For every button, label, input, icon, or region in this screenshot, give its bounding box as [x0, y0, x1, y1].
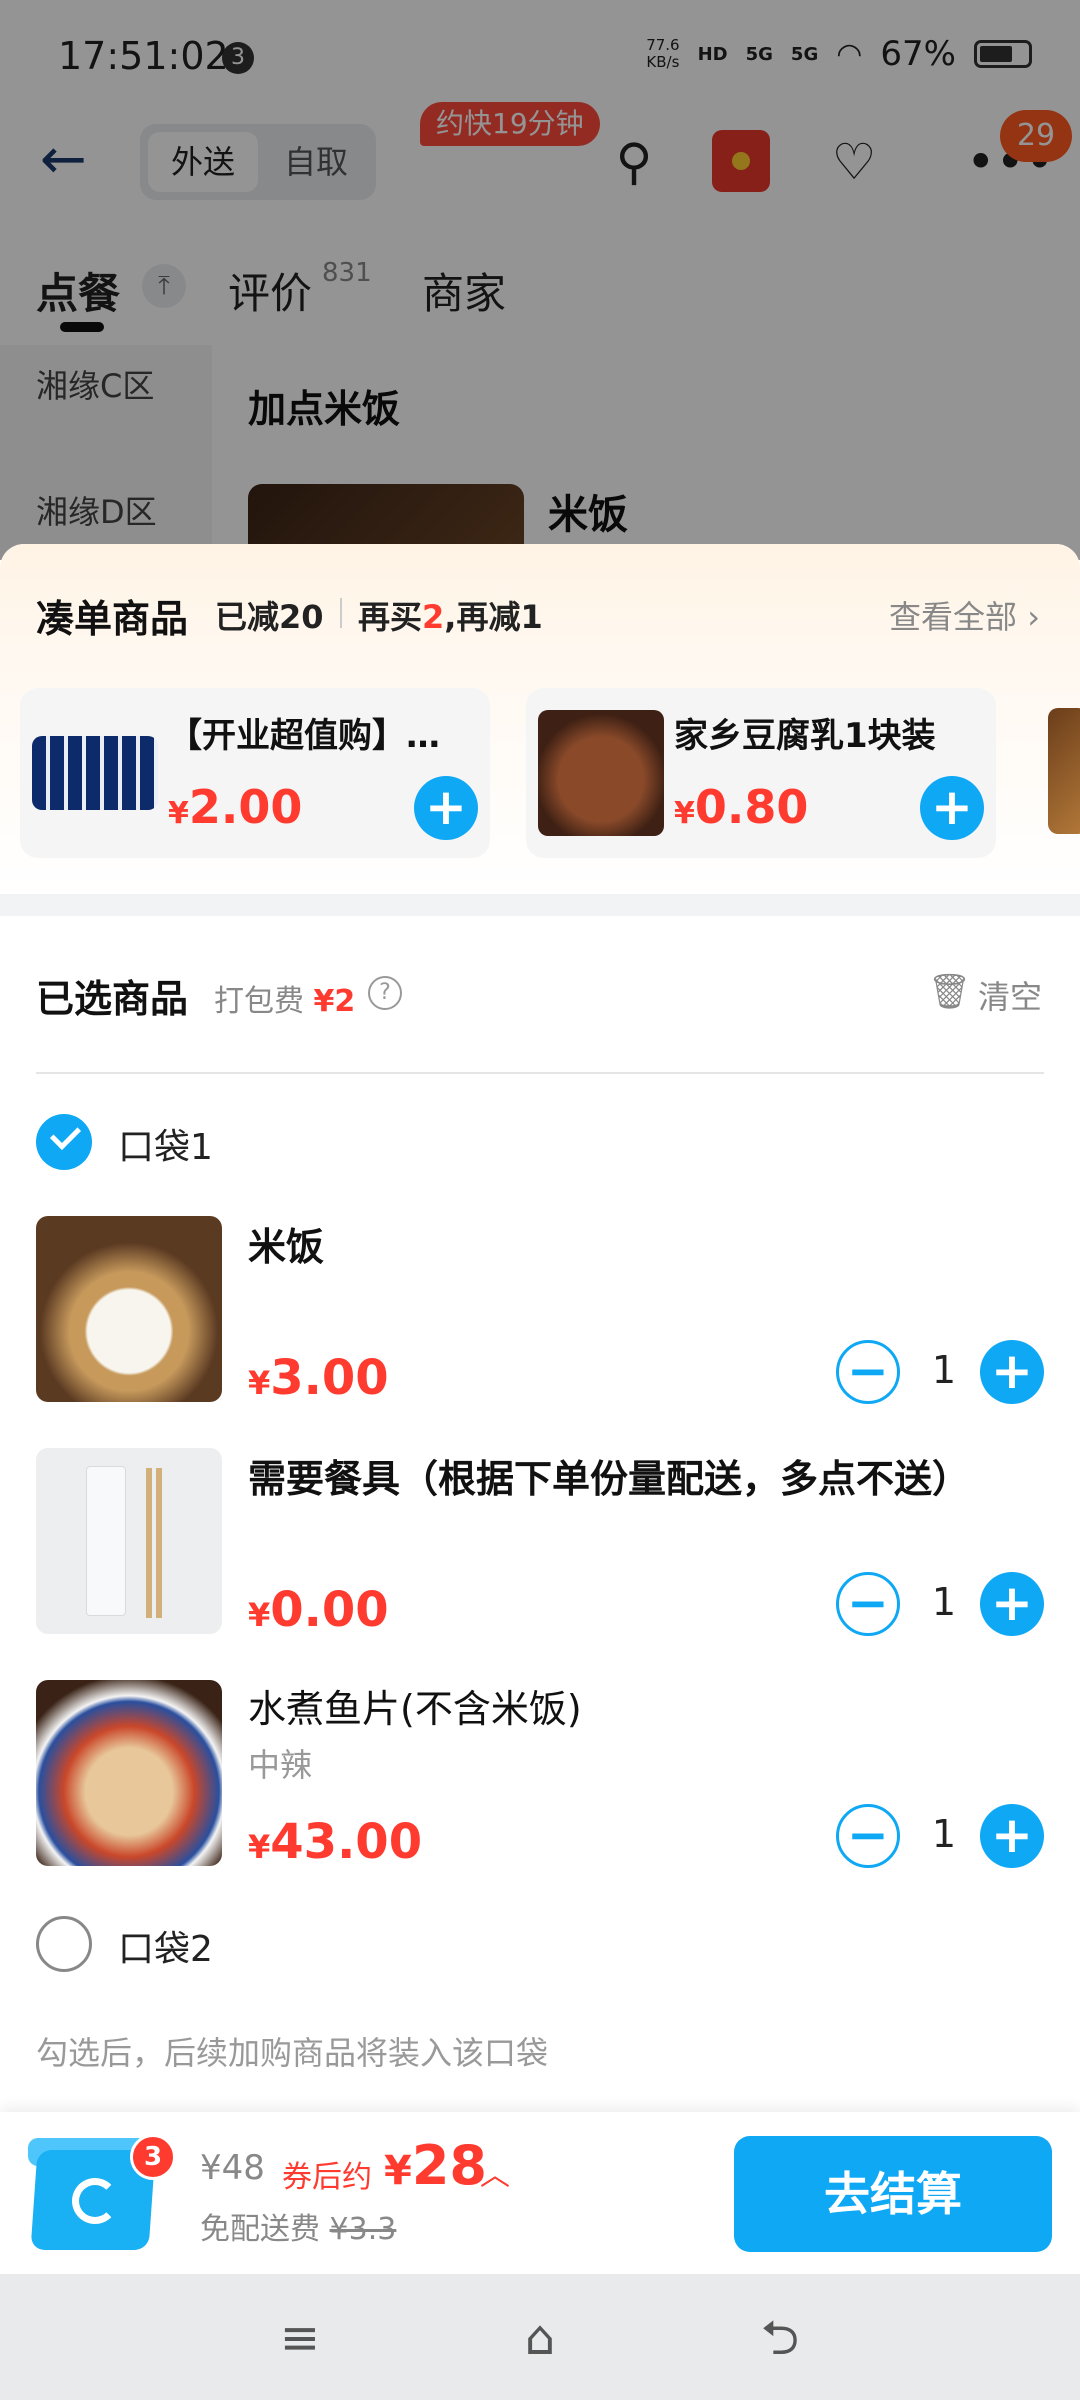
decrease-qty-button[interactable]: − — [836, 1340, 900, 1404]
menu-icon[interactable]: ≡ — [270, 2310, 330, 2366]
price-value: 3.00 — [270, 1350, 389, 1406]
view-all-link[interactable]: 查看全部 › — [889, 592, 1040, 638]
cutlery-package-shape — [86, 1466, 126, 1616]
currency-symbol: ¥ — [248, 1364, 271, 1402]
item-quantity: 1 — [931, 1580, 957, 1624]
add-to-cart-button[interactable]: + — [920, 776, 984, 840]
increase-qty-button[interactable]: + — [980, 1340, 1044, 1404]
bundle-section: 凑单商品 已减20 再买2,再减1 查看全部 › 【开业超值购】百事可乐 ¥2.… — [0, 544, 1080, 894]
chopstick-shape — [146, 1468, 152, 1618]
original-total: ¥48 — [200, 2148, 265, 2188]
delivery-fee: 免配送费 ¥3.3 — [200, 2204, 396, 2248]
eleme-logo-icon — [72, 2178, 118, 2224]
bundle-promo-text: 再买2,再减1 — [358, 592, 543, 638]
product-image — [32, 736, 158, 810]
item-image — [36, 1448, 222, 1634]
bag1-checkbox[interactable] — [36, 1114, 92, 1170]
currency-symbol: ¥ — [168, 796, 189, 831]
currency-symbol: ¥ — [674, 796, 695, 831]
promo-prefix: 再买 — [358, 598, 423, 636]
home-icon[interactable]: ⌂ — [510, 2310, 570, 2366]
decrease-qty-button[interactable]: − — [836, 1572, 900, 1636]
item-quantity: 1 — [931, 1812, 957, 1856]
bag2-label: 口袋2 — [118, 1929, 213, 1970]
delivery-fee-original: ¥3.3 — [329, 2212, 397, 2247]
final-total: ¥28 — [384, 2134, 487, 2197]
item-name: 米饭 — [248, 1225, 325, 1269]
cart-sheet: 凑单商品 已减20 再买2,再减1 查看全部 › 【开业超值购】百事可乐 ¥2.… — [0, 544, 1080, 2274]
cart-count-badge: 3 — [130, 2134, 176, 2180]
price-value: 2.00 — [188, 780, 303, 834]
chopstick-shape — [156, 1468, 162, 1618]
selected-items-title: 已选商品 — [36, 977, 189, 1021]
bundle-product-card[interactable]: 家乡豆腐乳1块装 ¥0.80 + — [526, 688, 996, 858]
add-to-cart-button[interactable]: + — [414, 776, 478, 840]
item-image — [36, 1216, 222, 1402]
price-value: 0.00 — [270, 1582, 389, 1638]
checkout-bar: 3 ¥48 券后约 ¥28 ︿ 免配送费 ¥3.3 去结算 — [0, 2112, 1080, 2274]
item-spec: 中辣 — [248, 1746, 313, 1784]
item-quantity: 1 — [931, 1348, 957, 1392]
final-total-value: 28 — [411, 2134, 487, 2197]
cart-icon[interactable]: 3 — [14, 2134, 176, 2254]
increase-qty-button[interactable]: + — [980, 1572, 1044, 1636]
clear-cart-button[interactable]: 清空 — [978, 972, 1042, 1018]
section-separator — [0, 894, 1080, 916]
item-price: ¥0.00 — [248, 1582, 389, 1638]
increase-qty-button[interactable]: + — [980, 1804, 1044, 1868]
back-icon[interactable]: ⮌ — [750, 2310, 810, 2366]
item-price: ¥43.00 — [248, 1814, 422, 1870]
decrease-qty-button[interactable]: − — [836, 1804, 900, 1868]
item-price: ¥3.00 — [248, 1350, 389, 1406]
bundle-title: 凑单商品 — [36, 597, 189, 641]
item-name: 需要餐具（根据下单份量配送，多点不送） — [248, 1457, 971, 1501]
product-price: ¥0.80 — [674, 780, 808, 834]
bag1-label: 口袋1 — [118, 1127, 213, 1168]
price-value: 43.00 — [270, 1814, 423, 1870]
item-image — [36, 1680, 222, 1866]
packing-fee: 打包费 ¥2 — [214, 976, 355, 1020]
after-coupon-label: 券后约 — [282, 2160, 372, 2195]
packing-fee-amount: ¥2 — [313, 984, 356, 1019]
system-nav-bar: ≡ ⌂ ⮌ — [0, 2274, 1080, 2400]
product-name: 【开业超值购】百事可乐 — [168, 716, 468, 756]
bundle-product-card-partial[interactable] — [1048, 708, 1080, 834]
bag2-checkbox[interactable] — [36, 1916, 92, 1972]
divider — [36, 1072, 1044, 1074]
item-name: 水煮鱼片(不含米饭) — [248, 1687, 582, 1731]
currency-symbol: ¥ — [384, 2148, 412, 2194]
help-icon[interactable]: ? — [368, 976, 402, 1010]
promo-count: 2 — [422, 598, 445, 636]
checkout-button[interactable]: 去结算 — [734, 2136, 1052, 2252]
modal-overlay[interactable] — [0, 0, 1080, 560]
chevron-up-icon[interactable]: ︿ — [480, 2150, 510, 2194]
currency-symbol: ¥ — [248, 1828, 271, 1866]
currency-symbol: ¥ — [248, 1596, 271, 1634]
product-name: 家乡豆腐乳1块装 — [674, 716, 936, 756]
bag-hint-text: 勾选后，后续加购商品将装入该口袋 — [36, 2034, 549, 2072]
price-value: 0.80 — [694, 780, 809, 834]
view-all-label: 查看全部 — [889, 598, 1018, 636]
divider — [340, 598, 342, 628]
bundle-reduced-text: 已减20 — [215, 598, 324, 636]
promo-suffix: ,再减1 — [444, 598, 543, 636]
product-price: ¥2.00 — [168, 780, 302, 834]
bundle-product-card[interactable]: 【开业超值购】百事可乐 ¥2.00 + — [20, 688, 490, 858]
packing-fee-label: 打包费 — [214, 984, 304, 1019]
trash-icon[interactable]: 🗑 — [928, 972, 971, 1012]
product-image — [538, 710, 664, 836]
free-delivery-label: 免配送费 — [200, 2212, 320, 2247]
